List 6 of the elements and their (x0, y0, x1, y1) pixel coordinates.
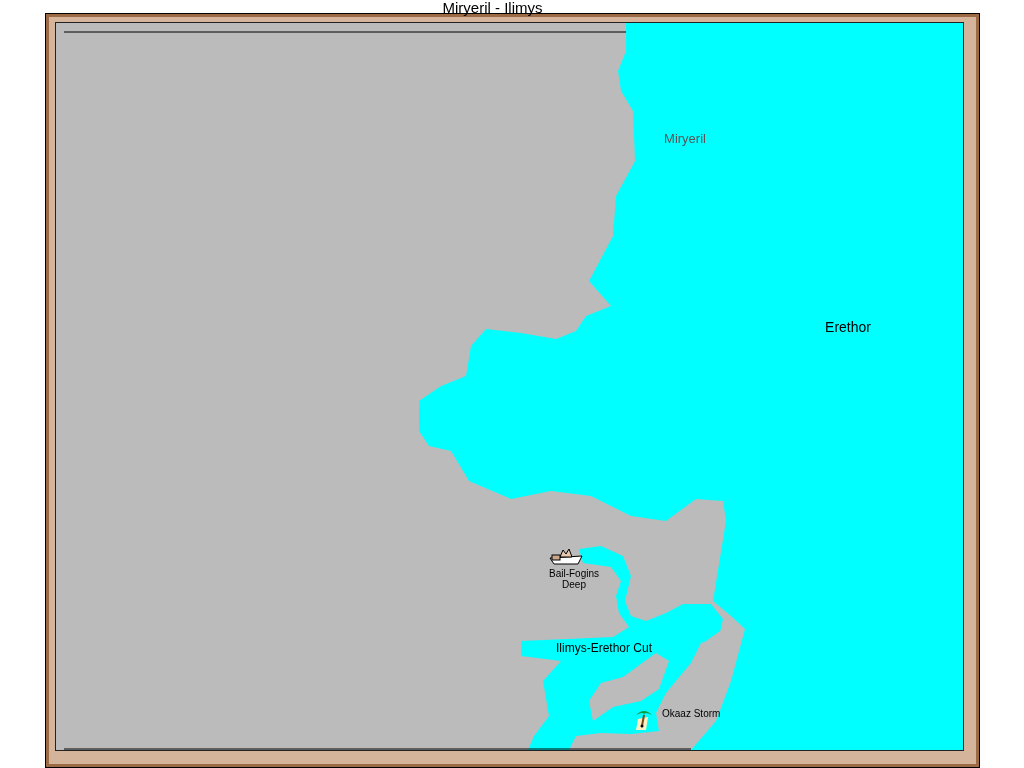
ship-icon (548, 548, 584, 566)
sea-label: Erethor (825, 319, 871, 335)
place-label: Bail-Fogins Deep (548, 568, 600, 590)
region-label: Miryeril (664, 130, 706, 146)
strait-label: Ilimys-Erethor Cut (556, 641, 652, 655)
place-label: Okaaz Storm (662, 707, 721, 719)
